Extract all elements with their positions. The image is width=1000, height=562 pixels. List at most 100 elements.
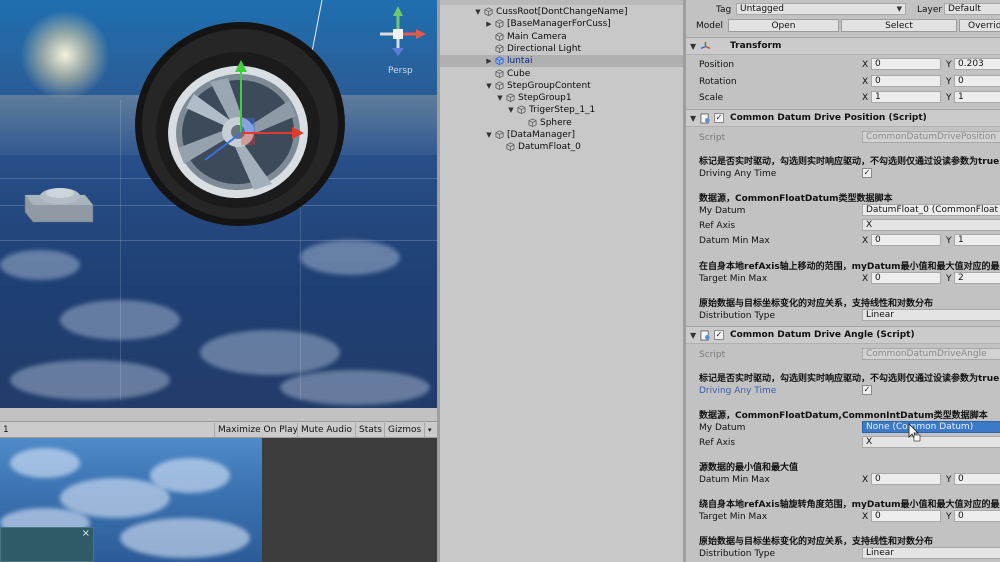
collapse-arrow-icon[interactable]: ▶ (485, 55, 493, 67)
model-label: Model (696, 21, 724, 31)
fold-arrow-icon[interactable]: ▼ (690, 331, 696, 340)
mute-audio-toggle[interactable]: Mute Audio (297, 423, 355, 437)
my-datum-field[interactable]: DatumFloat_0 (CommonFloat (862, 204, 1000, 216)
rotation-label[interactable]: Rotation (699, 77, 737, 87)
drive-position-header[interactable]: ▼ ✓ Common Datum Drive Position (Script) (686, 109, 1000, 127)
target-min-field[interactable]: 0 (871, 272, 941, 284)
gizmos-dropdown-arrow-icon[interactable]: ▾ (424, 423, 435, 437)
expand-arrow-icon[interactable]: ▼ (507, 104, 515, 116)
target-max-field[interactable]: 2 (954, 272, 1000, 284)
scene-view[interactable]: Persp (0, 0, 437, 408)
chevron-down-icon: ▼ (896, 5, 902, 13)
expand-arrow-icon[interactable]: ▼ (474, 6, 482, 18)
position-x-field[interactable]: 0 (871, 58, 941, 70)
expand-arrow-icon[interactable]: ▼ (485, 129, 493, 141)
drive-position-title: Common Datum Drive Position (Script) (730, 113, 927, 123)
target-max-field[interactable]: 0 (954, 510, 1000, 522)
drive-angle-header[interactable]: ▼ ✓ Common Datum Drive Angle (Script) (686, 326, 1000, 344)
distribution-type-dropdown[interactable]: Linear (862, 547, 1000, 559)
rotation-y-field[interactable]: 0 (954, 75, 1000, 87)
transform-icon (700, 41, 711, 49)
datum-min-max-label: Datum Min Max (699, 236, 770, 246)
source-range-note: 源数据的最小值和最大值 (699, 463, 799, 473)
hierarchy-item-label: StepGroupContent (507, 80, 591, 91)
maximize-on-play-toggle[interactable]: Maximize On Play (214, 423, 301, 437)
scale-label[interactable]: Scale (699, 93, 723, 103)
position-label[interactable]: Position (699, 60, 734, 70)
driving-any-time-checkbox[interactable]: ✓ (862, 385, 872, 395)
gameobject-icon (495, 68, 504, 78)
hierarchy-item[interactable]: Cube (440, 68, 683, 80)
position-y-field[interactable]: 0.203 (954, 58, 1000, 70)
scale-x-field[interactable]: 1 (871, 91, 941, 103)
ref-axis-label: Ref Axis (699, 221, 736, 231)
hierarchy-item[interactable]: ▼ TrigerStep_1_1 (440, 104, 683, 116)
hierarchy-item[interactable]: ▼ [DataManager] (440, 129, 683, 141)
ref-axis-label: Ref Axis (699, 438, 736, 448)
gameobject-icon (484, 7, 493, 16)
ref-axis-dropdown[interactable]: X (862, 219, 1000, 231)
hierarchy-item-label: StepGroup1 (518, 93, 572, 104)
datum-max-field[interactable]: 0 (954, 473, 1000, 485)
gizmos-toggle[interactable]: Gizmos (384, 423, 424, 437)
stats-toggle[interactable]: Stats (355, 423, 385, 437)
fold-arrow-icon[interactable]: ▼ (690, 42, 696, 51)
distribution-type-dropdown[interactable]: Linear (862, 309, 1000, 321)
driving-any-time-label: Driving Any Time (699, 386, 777, 396)
close-icon[interactable]: × (82, 528, 90, 539)
hierarchy-item[interactable]: ▼ StepGroup1 (440, 92, 683, 104)
target-min-max-x-axis: X (862, 274, 869, 284)
datum-max-field[interactable]: 1 (954, 234, 1000, 246)
expand-arrow-icon[interactable]: ▼ (485, 80, 493, 92)
hierarchy-item[interactable]: ▶ [BaseManagerForCuss] (440, 18, 683, 30)
hierarchy-item-label: Cube (507, 68, 531, 79)
game-overlay-panel[interactable]: × (0, 527, 94, 562)
datum-note: 数据源，CommonFloatDatum类型数据脚本 (699, 194, 893, 204)
hierarchy-item[interactable]: ▼ StepGroupContent (440, 80, 683, 92)
target-min-field[interactable]: 0 (871, 510, 941, 522)
select-button[interactable]: Select (841, 19, 957, 32)
gameobject-icon (495, 19, 504, 29)
hierarchy-item[interactable]: Sphere (440, 117, 683, 129)
collapse-arrow-icon[interactable]: ▶ (485, 18, 493, 30)
hierarchy-item[interactable]: Main Camera (440, 31, 683, 43)
driving-any-time-checkbox[interactable]: ✓ (862, 168, 872, 178)
hierarchy-item[interactable]: Directional Light (440, 43, 683, 55)
hierarchy-item-label: Main Camera (507, 31, 567, 42)
inspector-panel: Tag Untagged ▼ Layer Default Model Open S… (686, 0, 1000, 562)
hierarchy-item[interactable]: ▼ CussRoot[DontChangeName] (440, 6, 683, 18)
gameobject-icon (506, 93, 515, 103)
fold-arrow-icon[interactable]: ▼ (690, 114, 696, 123)
script-icon (700, 330, 710, 341)
ref-axis-dropdown[interactable]: X (862, 436, 1000, 448)
hierarchy-panel: ▼ CussRoot[DontChangeName] ▶ [BaseManagerFo… (440, 0, 683, 562)
my-datum-field[interactable]: None (Common Datum) (862, 421, 1000, 433)
component-enabled-checkbox[interactable]: ✓ (714, 113, 724, 123)
hierarchy-item[interactable]: ▶ luntai (440, 55, 683, 68)
expand-arrow-icon[interactable]: ▼ (496, 92, 504, 104)
hierarchy-item[interactable]: DatumFloat_0 (440, 141, 683, 153)
hierarchy-scene-header[interactable] (440, 0, 683, 5)
transform-header[interactable]: ▼ Transform (686, 37, 1000, 55)
scene-orientation-gizmo[interactable] (370, 4, 430, 64)
rotation-x-field[interactable]: 0 (871, 75, 941, 87)
driving-note: 标记是否实时驱动，勾选则实时响应驱动，不勾选则仅通过设读参数为true (699, 374, 1000, 384)
layer-dropdown[interactable]: Default (944, 3, 1000, 15)
target-note: 在自身本地refAxis轴上移动的范围，myDatum最小值和最大值对应的最小 (699, 262, 1000, 272)
rotation-x-axis: X (862, 77, 869, 87)
display-dropdown[interactable]: 1 (0, 423, 12, 437)
datum-min-field[interactable]: 0 (871, 473, 941, 485)
driving-any-time-label: Driving Any Time (699, 169, 777, 179)
gameobject-icon (506, 142, 515, 152)
overrides-dropdown[interactable]: Overrid (959, 19, 1000, 32)
mouse-cursor-icon (908, 423, 921, 442)
my-datum-label: My Datum (699, 423, 746, 433)
datum-min-field[interactable]: 0 (871, 234, 941, 246)
cloud (10, 448, 80, 478)
open-button[interactable]: Open (728, 19, 839, 32)
tag-dropdown[interactable]: Untagged ▼ (736, 3, 906, 15)
component-enabled-checkbox[interactable]: ✓ (714, 330, 724, 340)
hierarchy-item-label: TrigerStep_1_1 (529, 105, 596, 116)
scale-y-field[interactable]: 1 (954, 91, 1000, 103)
perspective-label[interactable]: Persp (388, 66, 413, 76)
